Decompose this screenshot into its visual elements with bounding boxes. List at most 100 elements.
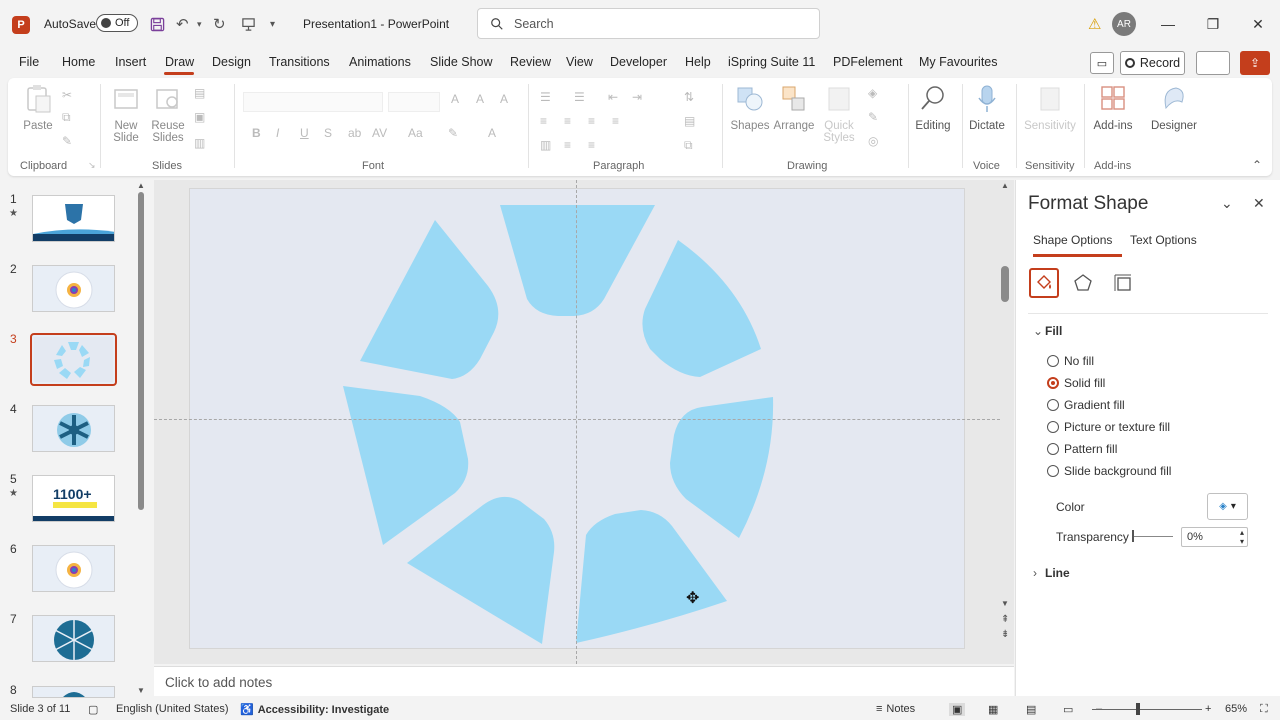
slide-thumb-6[interactable] [32,545,115,592]
decrease-indent-icon[interactable]: ⇤ [608,90,618,104]
notes-pane[interactable]: Click to add notes [154,666,1014,696]
increase-font-icon[interactable]: A [451,92,459,106]
fill-line-tab[interactable] [1029,268,1059,298]
present-button[interactable] [1196,51,1230,75]
tab-developer[interactable]: Developer [610,55,667,69]
record-button[interactable]: Record [1120,51,1185,75]
zoom-in-icon[interactable]: + [1205,703,1211,715]
redo-icon[interactable]: ↻ [213,12,226,36]
highlight-icon[interactable]: ✎ [448,126,458,140]
slide-thumb-3[interactable] [30,333,117,386]
comments-button[interactable]: ▭ [1090,52,1114,74]
text-direction-icon[interactable]: ⇅ [684,90,694,104]
canvas-scroll-up-icon[interactable]: ▲ [1001,181,1009,190]
tab-file[interactable]: File [19,55,39,69]
fill-section-header[interactable]: ⌄ Fill [1033,324,1062,338]
fill-color-button[interactable]: ◈ ▾ [1207,493,1248,520]
align-center-icon[interactable]: ≡ [564,114,571,128]
tab-review[interactable]: Review [510,55,551,69]
spell-check-icon[interactable]: ▢ [88,703,98,716]
avatar[interactable]: AR [1112,12,1136,36]
pane-close-icon[interactable]: ✕ [1253,195,1265,212]
horizontal-guide[interactable] [154,419,1000,420]
underline-icon[interactable]: U [300,126,309,140]
pattern-fill-option[interactable]: Pattern fill [1047,442,1117,456]
strikethrough-icon[interactable]: ab [348,126,361,140]
pane-options-icon[interactable]: ⌄ [1221,195,1233,212]
shapes-button[interactable]: Shapes [730,78,770,132]
slide-thumb-8[interactable] [32,686,115,698]
align-text-icon[interactable]: ▤ [684,114,695,128]
line-spacing-icon[interactable]: ≡ [564,138,571,152]
addins-button[interactable]: Add-ins [1090,78,1136,132]
line-section-header[interactable]: › Line [1033,566,1070,580]
fit-to-window-icon[interactable]: ⛶ [1260,703,1268,716]
tab-my-favourites[interactable]: My Favourites [919,55,998,69]
slide-info[interactable]: Slide 3 of 11 [10,703,70,715]
transparency-slider-thumb[interactable] [1132,530,1134,542]
gradient-fill-option[interactable]: Gradient fill [1047,398,1125,412]
previous-slide-icon[interactable]: ⇞ [1001,614,1009,625]
designer-button[interactable]: Designer [1148,78,1200,132]
no-fill-option[interactable]: No fill [1047,354,1094,368]
numbering-icon[interactable]: ☰ [574,90,585,104]
columns-icon[interactable]: ▥ [540,138,551,152]
slide-bg-fill-option[interactable]: Slide background fill [1047,464,1171,478]
layout-icon[interactable]: ▤ [194,86,205,100]
tab-pdfelement[interactable]: PDFelement [833,55,902,69]
bold-icon[interactable]: B [252,126,261,140]
reuse-slides-button[interactable]: Reuse Slides [150,78,186,144]
quick-styles-button[interactable]: Quick Styles [820,78,858,144]
radio-pattern-fill[interactable] [1047,443,1059,455]
editing-button[interactable]: Editing [912,78,954,132]
tab-text-options[interactable]: Text Options [1130,233,1197,247]
tab-insert[interactable]: Insert [115,55,146,69]
save-icon[interactable] [150,12,165,36]
tab-home[interactable]: Home [62,55,95,69]
canvas-scrollbar[interactable] [1001,266,1009,302]
dictate-button[interactable]: Dictate [966,78,1008,132]
zoom-level[interactable]: 65% [1225,703,1247,715]
slideshow-view-icon[interactable]: ▭ [1063,703,1073,716]
tab-animations[interactable]: Animations [349,55,411,69]
clipboard-launcher-icon[interactable]: ↘ [88,160,96,171]
arrange-button[interactable]: Arrange [772,78,816,132]
panel-scrollbar[interactable] [138,192,144,510]
slide-thumb-5[interactable]: 1100+ [32,475,115,522]
zoom-slider-track[interactable] [1092,709,1202,710]
share-button[interactable]: ⇪ [1240,51,1270,75]
effects-tab[interactable] [1068,268,1098,298]
present-from-start-icon[interactable] [241,12,256,36]
normal-view-icon[interactable]: ▣ [949,703,966,716]
zoom-slider-thumb[interactable] [1136,703,1140,715]
shape-fill-icon[interactable]: ◈ [868,86,877,100]
shape-outline-icon[interactable]: ✎ [868,110,878,124]
warning-icon[interactable]: ⚠ [1088,12,1101,36]
autosave-toggle[interactable]: Off [96,14,138,32]
section-icon[interactable]: ▥ [194,136,205,150]
tab-help[interactable]: Help [685,55,711,69]
customize-toolbar-icon[interactable]: ▾ [270,12,275,36]
align-left-icon[interactable]: ≡ [540,114,547,128]
next-slide-icon[interactable]: ⇟ [1001,629,1009,640]
cut-icon[interactable]: ✂ [62,88,72,102]
increase-indent-icon[interactable]: ⇥ [632,90,642,104]
search-box[interactable]: Search [477,8,820,39]
radio-picture-fill[interactable] [1047,421,1059,433]
shape-effects-icon[interactable]: ◎ [868,134,878,148]
solid-fill-option[interactable]: Solid fill [1047,376,1105,390]
radio-slide-bg-fill[interactable] [1047,465,1059,477]
canvas-scroll-down-icon[interactable]: ▼ [1001,599,1009,608]
minimize-button[interactable]: — [1154,12,1182,36]
collapse-ribbon-icon[interactable]: ⌃ [1252,158,1262,172]
notes-button[interactable]: ≡ Notes [876,703,915,715]
sensitivity-button[interactable]: Sensitivity [1022,78,1078,132]
font-size-select[interactable] [388,92,440,112]
tab-draw[interactable]: Draw [165,55,194,69]
italic-icon[interactable]: I [276,126,279,140]
reset-icon[interactable]: ▣ [194,110,205,124]
radio-no-fill[interactable] [1047,355,1059,367]
char-spacing-icon[interactable]: AV [372,126,387,140]
language[interactable]: English (United States) [116,703,229,715]
panel-scroll-up-icon[interactable]: ▲ [137,181,145,190]
